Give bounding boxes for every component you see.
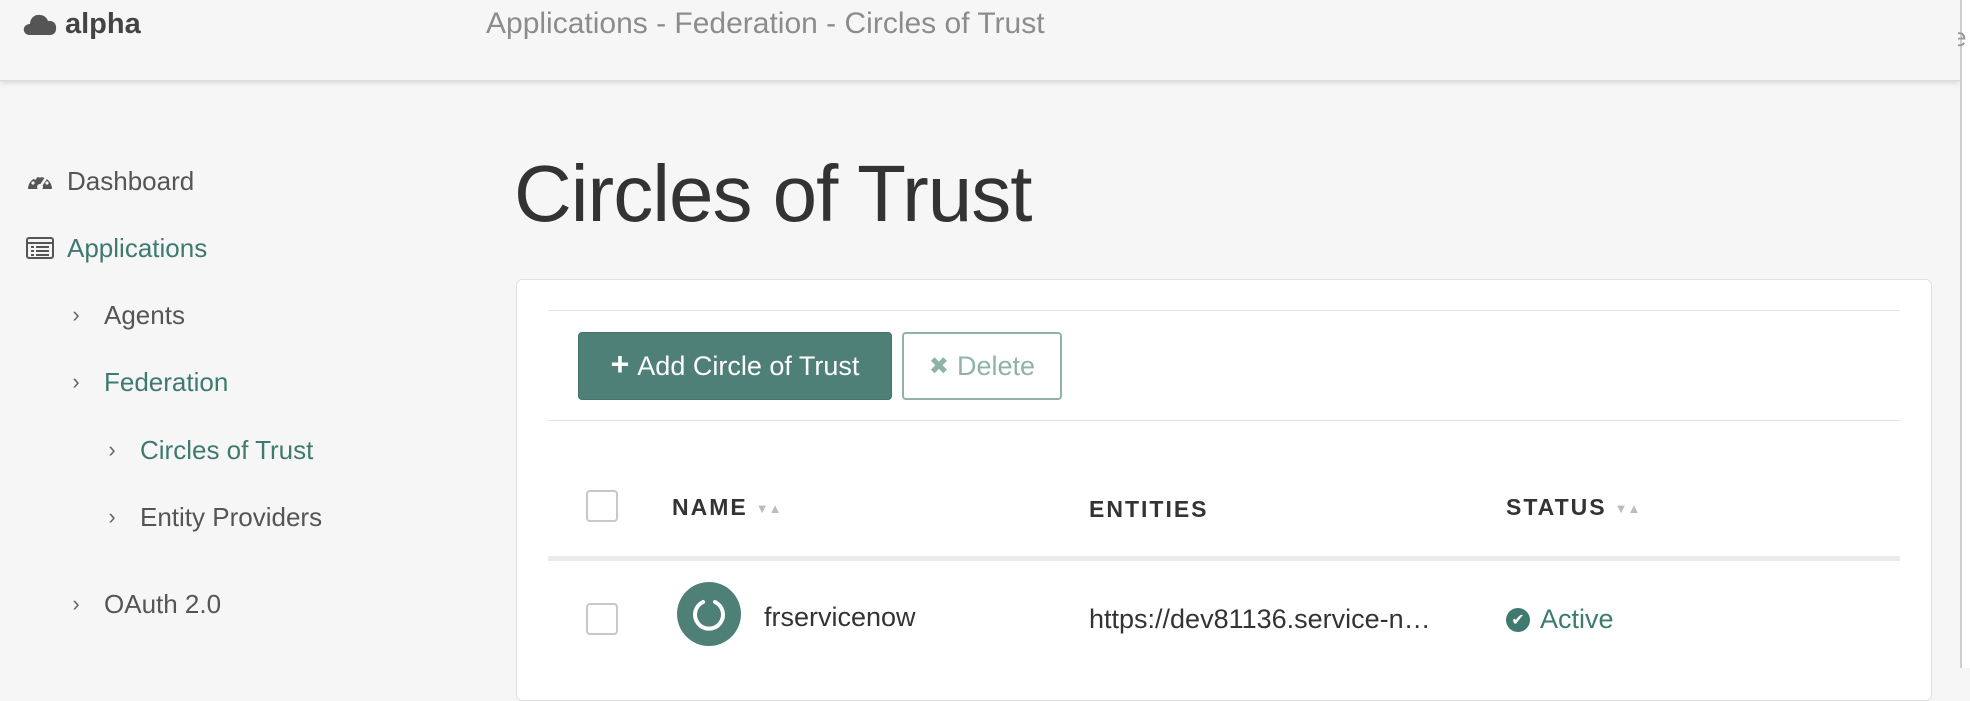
row-name[interactable]: frservicenow — [764, 602, 916, 633]
row-entities: https://dev81136.service-n… — [1089, 604, 1431, 634]
plus-icon: + — [610, 346, 630, 382]
add-button-label: Add Circle of Trust — [637, 350, 860, 381]
window-edge — [1960, 0, 1970, 668]
chevron-right-icon: › — [72, 302, 80, 327]
chevron-right-icon: › — [72, 591, 80, 616]
column-header-entities: ENTITIES — [1089, 496, 1209, 522]
column-header-name[interactable]: NAME ▼▲ — [672, 494, 781, 521]
check-circle-icon: ✔ — [1506, 607, 1530, 632]
delete-button-label: Delete — [957, 350, 1036, 381]
row-checkbox[interactable] — [586, 603, 618, 635]
circle-of-trust-icon — [677, 582, 741, 646]
breadcrumb: Applications - Federation - Circles of T… — [486, 7, 1045, 40]
sidebar-item-label: Dashboard — [67, 165, 195, 196]
brand-name: alpha — [65, 7, 141, 40]
brand[interactable]: alpha — [22, 6, 141, 42]
divider — [548, 310, 1900, 311]
page-title: Circles of Trust — [514, 149, 1032, 238]
sidebar-item-label: OAuth 2.0 — [104, 588, 222, 619]
table-header-divider — [548, 556, 1900, 561]
sidebar-item-federation[interactable]: › Federation — [68, 362, 228, 402]
cloud-icon — [23, 14, 57, 36]
sidebar-item-label: Entity Providers — [140, 501, 323, 532]
delete-button[interactable]: ✖ Delete — [902, 332, 1062, 400]
sidebar-item-label: Agents — [104, 299, 185, 330]
list-window-icon — [26, 234, 54, 262]
chevron-right-icon: › — [108, 437, 116, 462]
close-icon: ✖ — [928, 352, 950, 380]
chevron-right-icon: › — [108, 504, 116, 529]
sidebar-item-oauth[interactable]: › OAuth 2.0 — [68, 584, 221, 624]
dashboard-icon — [26, 167, 54, 195]
sidebar-item-entity-providers[interactable]: › Entity Providers — [104, 497, 322, 537]
sidebar-item-applications[interactable]: Applications — [26, 228, 207, 268]
status-label: Active — [1540, 604, 1614, 634]
sidebar-item-agents[interactable]: › Agents — [68, 295, 185, 335]
top-header: alpha Applications - Federation - Circle… — [0, 0, 1960, 81]
chevron-right-icon: › — [72, 369, 80, 394]
column-header-status[interactable]: STATUS ▼▲ — [1506, 494, 1640, 521]
sort-icon: ▼▲ — [755, 501, 782, 517]
sidebar-item-label: Applications — [67, 232, 208, 263]
sidebar-item-dashboard[interactable]: Dashboard — [26, 161, 194, 201]
divider — [548, 420, 1900, 421]
sidebar-item-label: Federation — [104, 366, 229, 397]
select-all-checkbox[interactable] — [586, 490, 618, 522]
sidebar-item-label: Circles of Trust — [140, 434, 314, 465]
clipped-edge-text: e — [1958, 22, 1967, 52]
sidebar-item-circles-of-trust[interactable]: › Circles of Trust — [104, 430, 313, 470]
sort-icon: ▼▲ — [1614, 501, 1641, 517]
status-badge: ✔ Active — [1506, 604, 1614, 635]
add-circle-of-trust-button[interactable]: + Add Circle of Trust — [578, 332, 892, 400]
